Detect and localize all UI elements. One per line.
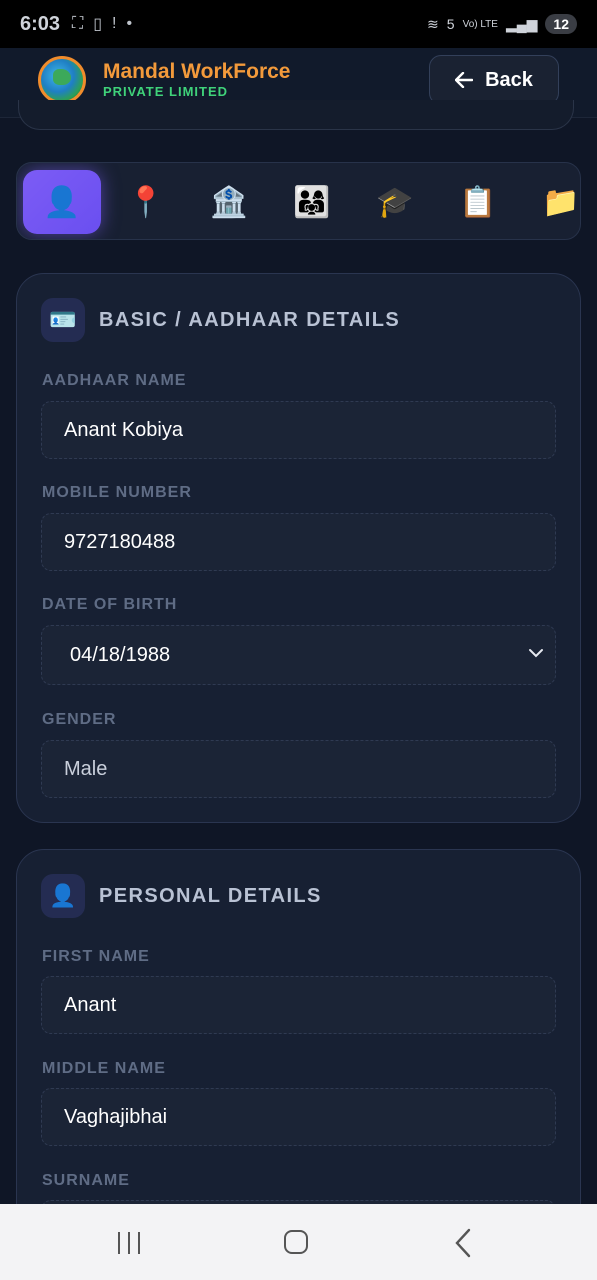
home-button[interactable]	[284, 1230, 308, 1254]
tab-family[interactable]: 👨‍👩‍👧	[273, 170, 351, 234]
network-label: 5	[446, 16, 455, 32]
phone-icon: ▯	[93, 16, 103, 33]
first-name-value: Anant	[64, 993, 117, 1016]
alert-icon: !	[112, 15, 117, 32]
recent-apps-button[interactable]	[116, 1232, 142, 1254]
brand-name: Mandal WorkForce	[103, 60, 291, 83]
clipboard-icon: 📋	[459, 185, 497, 219]
surname-label: SURNAME	[42, 1172, 130, 1189]
battery-badge: 12	[545, 14, 577, 34]
wifi-icon: ≋	[427, 15, 439, 32]
mobile-number-label: MOBILE NUMBER	[42, 484, 192, 501]
status-right: ≋ 5 Vo) LTE ▂▄▆ 12	[427, 14, 577, 34]
volte-label: Vo) LTE	[462, 18, 498, 30]
section-tabs[interactable]: 👤 📍 🏦 👨‍👩‍👧 🎓 📋 📁	[16, 162, 581, 240]
screenshot-icon: ⛶	[72, 15, 84, 32]
date-of-birth-value: 04/18/1988	[70, 643, 171, 666]
signal-icon: ▂▄▆	[505, 15, 538, 32]
mobile-number-value: 9727180488	[64, 530, 176, 553]
tab-bank[interactable]: 🏦	[190, 170, 268, 234]
aadhaar-name-value: Anant Kobiya	[64, 418, 183, 441]
chevron-down-icon	[529, 649, 543, 658]
location-pin-icon: 📍	[127, 185, 165, 219]
bank-icon: 🏦	[210, 185, 248, 219]
id-card-icon: 🪪	[41, 298, 85, 342]
tab-documents-list[interactable]: 📋	[439, 170, 517, 234]
family-icon: 👨‍👩‍👧	[293, 185, 331, 219]
first-name-field[interactable]: Anant	[41, 976, 556, 1034]
aadhaar-name-label: AADHAAR NAME	[42, 372, 187, 389]
basic-details-title: BASIC / AADHAAR DETAILS	[99, 308, 401, 331]
back-label: Back	[485, 68, 533, 91]
tab-files[interactable]: 📁	[522, 170, 580, 234]
brand-logo-icon	[38, 56, 86, 104]
person-icon: 👤	[43, 185, 81, 219]
system-back-button[interactable]	[452, 1228, 474, 1258]
basic-details-header: 🪪 BASIC / AADHAAR DETAILS	[41, 298, 400, 342]
status-bar: 6:03 ⛶ ▯ ! • ≋ 5 Vo) LTE ▂▄▆ 12	[0, 0, 597, 48]
folder-icon: 📁	[542, 185, 580, 219]
middle-name-field[interactable]: Vaghajibhai	[41, 1088, 556, 1146]
middle-name-label: MIDDLE NAME	[42, 1060, 166, 1077]
system-nav-bar	[0, 1204, 597, 1280]
status-time: 6:03	[20, 12, 61, 35]
basic-details-card: 🪪 BASIC / AADHAAR DETAILS AADHAAR NAME A…	[16, 273, 581, 823]
personal-details-header: 👤 PERSONAL DETAILS	[41, 874, 322, 918]
date-of-birth-field[interactable]: 04/18/1988	[41, 625, 556, 685]
middle-name-value: Vaghajibhai	[64, 1105, 168, 1128]
back-button[interactable]: Back	[429, 55, 559, 105]
first-name-label: FIRST NAME	[42, 948, 150, 965]
dot-icon: •	[126, 15, 133, 32]
previous-card-edge	[18, 100, 574, 130]
aadhaar-name-field[interactable]: Anant Kobiya	[41, 401, 556, 459]
person-icon: 👤	[41, 874, 85, 918]
graduation-cap-icon: 🎓	[376, 185, 414, 219]
gender-value: Male	[64, 757, 108, 780]
tab-address[interactable]: 📍	[107, 170, 185, 234]
gender-label: GENDER	[42, 711, 117, 728]
mobile-number-field[interactable]: 9727180488	[41, 513, 556, 571]
brand-subtitle: PRIVATE LIMITED	[103, 84, 229, 99]
date-of-birth-label: DATE OF BIRTH	[42, 596, 178, 613]
tab-basic[interactable]: 👤	[23, 170, 101, 234]
arrow-left-icon	[455, 72, 474, 88]
gender-field[interactable]: Male	[41, 740, 556, 798]
tab-education[interactable]: 🎓	[356, 170, 434, 234]
personal-details-title: PERSONAL DETAILS	[99, 884, 322, 907]
